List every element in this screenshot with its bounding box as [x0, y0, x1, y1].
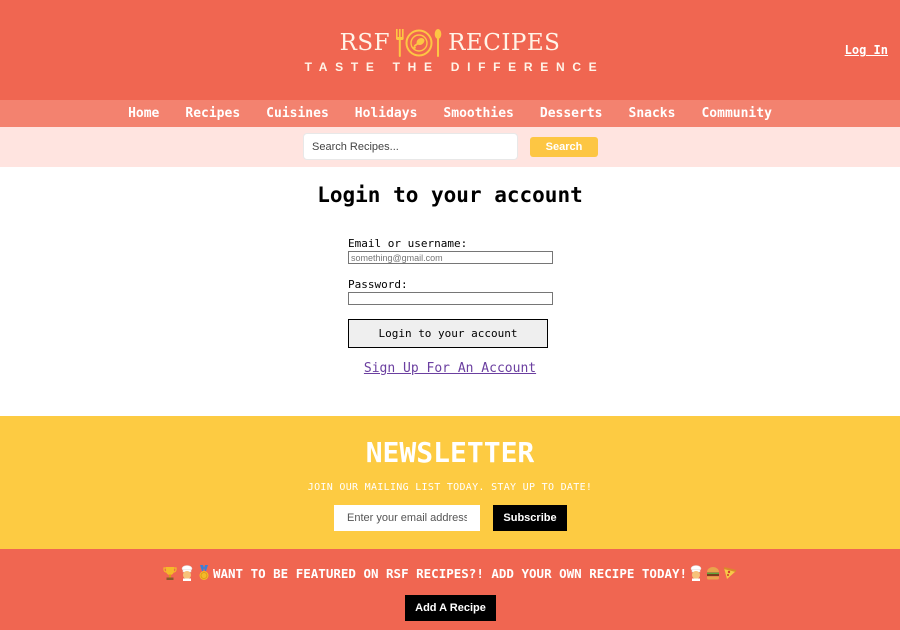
nav-item-snacks[interactable]: Snacks [616, 106, 689, 121]
nav-item-smoothies[interactable]: Smoothies [430, 106, 526, 121]
trophy-icon [163, 567, 178, 580]
newsletter-subtitle: JOIN OUR MAILING LIST TODAY. STAY UP TO … [307, 482, 593, 493]
nav-item-desserts[interactable]: Desserts [527, 106, 616, 121]
log-in-link[interactable]: Log In [845, 43, 888, 57]
burger-icon [706, 567, 719, 580]
plate-fork-spoon-icon [396, 29, 442, 57]
tagline: TASTE THE DIFFERENCE [304, 60, 605, 74]
email-field[interactable] [348, 251, 553, 264]
medal-icon [199, 565, 209, 580]
feature-text: WANT TO BE FEATURED ON RSF RECIPES?! ADD… [212, 565, 688, 581]
logo-text-left: RSF [339, 30, 391, 56]
email-label: Email or username: [348, 237, 468, 250]
add-recipe-button[interactable]: Add A Recipe [405, 595, 496, 621]
newsletter-title: NEWSLETTER [365, 436, 535, 469]
search-button[interactable]: Search [530, 137, 598, 157]
newsletter-section: NEWSLETTER JOIN OUR MAILING LIST TODAY. … [0, 416, 900, 549]
nav-item-holidays[interactable]: Holidays [342, 106, 431, 121]
login-submit-button[interactable]: Login to your account [348, 319, 548, 348]
newsletter-email-input[interactable] [334, 505, 480, 531]
feature-line: WANT TO BE FEATURED ON RSF RECIPES?! ADD… [0, 565, 900, 581]
site-header: RSF RECIPES TASTE THE DIFFERENCE Log In [0, 0, 900, 100]
feature-banner: WANT TO BE FEATURED ON RSF RECIPES?! ADD… [0, 549, 900, 630]
password-label: Password: [348, 278, 408, 291]
site-logo[interactable]: RSF RECIPES [0, 26, 900, 60]
password-field[interactable] [348, 292, 553, 305]
pizza-icon [723, 567, 736, 579]
login-section: Login to your account Email or username:… [0, 167, 900, 416]
nav-item-cuisines[interactable]: Cuisines [253, 106, 342, 121]
search-bar: Search [0, 127, 900, 167]
page-title: Login to your account [317, 183, 583, 207]
main-nav: Home Recipes Cuisines Holidays Smoothies… [0, 100, 900, 127]
chef-icon [182, 565, 193, 581]
nav-item-community[interactable]: Community [688, 106, 784, 121]
search-input[interactable] [303, 133, 518, 160]
logo-text-right: RECIPES [448, 30, 561, 56]
nav-item-recipes[interactable]: Recipes [172, 106, 253, 121]
nav-item-home[interactable]: Home [115, 106, 172, 121]
chef-icon [690, 565, 701, 581]
sign-up-link[interactable]: Sign Up For An Account [0, 361, 900, 376]
subscribe-button[interactable]: Subscribe [493, 505, 567, 531]
